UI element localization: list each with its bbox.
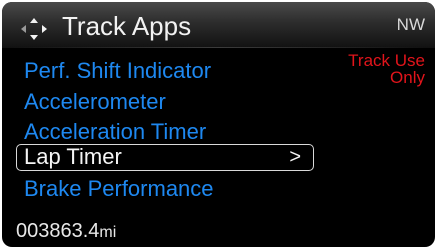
four-way-arrow-icon [21, 18, 47, 40]
menu-item-acceleration-timer[interactable]: Acceleration Timer [24, 119, 206, 145]
odometer-value: 003863.4 [16, 220, 100, 242]
track-use-notice: Track Use Only [348, 51, 425, 87]
compass-heading: NW [396, 15, 425, 34]
menu-item-brake-performance[interactable]: Brake Performance [24, 176, 214, 202]
page-title: Track Apps [62, 11, 192, 41]
menu-item-label: Lap Timer [24, 144, 122, 169]
cluster-display: Track Apps NW Track Use Only Perf. Shift… [2, 2, 435, 247]
menu-item-accelerometer[interactable]: Accelerometer [24, 89, 166, 115]
menu-item-perf-shift-indicator[interactable]: Perf. Shift Indicator [24, 58, 211, 84]
odometer-unit: mi [99, 224, 117, 241]
header-bar: Track Apps NW [2, 2, 435, 48]
menu-item-lap-timer[interactable]: Lap Timer > [16, 144, 314, 171]
chevron-right-icon: > [289, 146, 301, 168]
odometer-readout: 003863.4mi [16, 219, 116, 245]
